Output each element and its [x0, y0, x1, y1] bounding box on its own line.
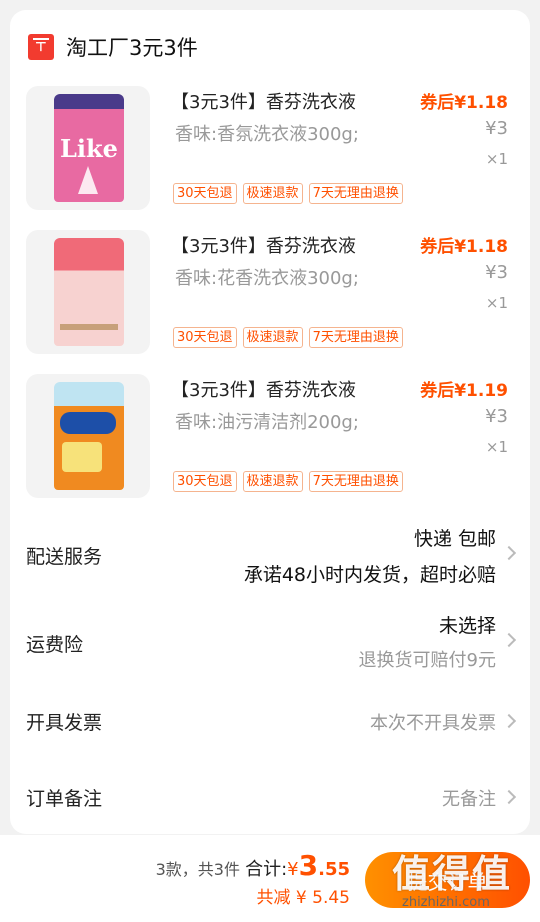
- invoice-label: 开具发票: [26, 712, 103, 734]
- shipping-insurance-note: 退换货可赔付9元: [358, 650, 496, 671]
- product-brand-text: Like: [60, 134, 118, 163]
- shop-header[interactable]: ⊤ 淘工厂3元3件: [28, 32, 198, 62]
- tag-7-day-return: 7天无理由退换: [308, 183, 403, 204]
- chevron-right-icon: [501, 632, 517, 648]
- tag-fast-refund: 极速退款: [242, 471, 303, 492]
- shipping-insurance-status: 未选择: [438, 615, 496, 637]
- tag-30-day-return: 30天包退: [173, 183, 237, 204]
- product-spec: 香味:香氛洗衣液300g;: [175, 124, 359, 145]
- list-item[interactable]: Like 【3元3件】香芬洗衣液 香味:香氛洗衣液300g; 券后¥1.18 ¥…: [26, 86, 522, 212]
- item-count: 3款，共3件: [155, 860, 240, 879]
- remark-value: 无备注: [442, 789, 496, 810]
- product-title: 【3元3件】香芬洗衣液: [171, 380, 356, 401]
- product-package-image: [54, 238, 124, 346]
- product-quantity: ×1: [485, 294, 508, 312]
- chevron-right-icon: [501, 713, 517, 729]
- tag-30-day-return: 30天包退: [173, 327, 237, 348]
- price-after-coupon: 券后¥1.19: [420, 381, 508, 401]
- tag-fast-refund: 极速退款: [242, 327, 303, 348]
- eiffel-tower-icon: [78, 166, 98, 194]
- product-quantity: ×1: [485, 438, 508, 456]
- delivery-method: 快递 包邮: [413, 528, 496, 550]
- watermark-url: zhizhizhi.com: [402, 895, 490, 910]
- service-tags: 30天包退 极速退款 7天无理由退换: [173, 327, 403, 348]
- shipping-insurance-label: 运费险: [26, 634, 84, 656]
- watermark-logo: 值得值: [392, 852, 513, 896]
- currency-symbol: ¥: [287, 859, 299, 880]
- shipping-insurance-row[interactable]: 运费险 未选择 退换货可赔付9元: [26, 608, 522, 672]
- product-title: 【3元3件】香芬洗衣液: [171, 92, 356, 113]
- tag-fast-refund: 极速退款: [242, 183, 303, 204]
- product-spec: 香味:油污清洁剂200g;: [175, 412, 359, 433]
- invoice-row[interactable]: 开具发票 本次不开具发票: [26, 704, 522, 740]
- remark-label: 订单备注: [26, 788, 103, 810]
- package-label: [60, 412, 116, 434]
- product-image[interactable]: Like: [26, 86, 150, 210]
- tag-7-day-return: 7天无理由退换: [308, 471, 403, 492]
- package-label-secondary: [62, 442, 102, 472]
- product-package-image: Like: [54, 94, 124, 202]
- total-decimal: .55: [318, 859, 350, 880]
- total-integer: 3: [298, 849, 319, 882]
- product-image[interactable]: [26, 230, 150, 354]
- product-image[interactable]: [26, 374, 150, 498]
- total-label: 合计:: [245, 859, 288, 880]
- tag-7-day-return: 7天无理由退换: [308, 327, 403, 348]
- chevron-right-icon: [501, 545, 517, 561]
- list-item[interactable]: 【3元3件】香芬洗衣液 香味:花香洗衣液300g; 券后¥1.18 ¥3 ×1 …: [26, 230, 522, 356]
- list-item[interactable]: 【3元3件】香芬洗衣液 香味:油污清洁剂200g; 券后¥1.19 ¥3 ×1 …: [26, 374, 522, 500]
- shop-logo-icon: ⊤: [28, 34, 54, 60]
- product-package-image: [54, 382, 124, 490]
- remark-row[interactable]: 订单备注 无备注: [26, 780, 522, 816]
- chevron-right-icon: [501, 789, 517, 805]
- delivery-promise: 承诺48小时内发货，超时必赔: [243, 564, 496, 586]
- invoice-value: 本次不开具发票: [370, 713, 496, 734]
- service-tags: 30天包退 极速退款 7天无理由退换: [173, 183, 403, 204]
- product-price: ¥3: [485, 118, 508, 139]
- delivery-service-label: 配送服务: [26, 546, 103, 568]
- order-summary: 3款，共3件 合计:¥3.55: [156, 849, 350, 882]
- delivery-service-row[interactable]: 配送服务 快递 包邮 承诺48小时内发货，超时必赔: [26, 520, 522, 586]
- discount-total: 共减 ¥ 5.45: [256, 888, 350, 908]
- product-title: 【3元3件】香芬洗衣液: [171, 236, 356, 257]
- product-spec: 香味:花香洗衣液300g;: [175, 268, 359, 289]
- tag-30-day-return: 30天包退: [173, 471, 237, 492]
- product-price: ¥3: [485, 262, 508, 283]
- product-quantity: ×1: [485, 150, 508, 168]
- price-after-coupon: 券后¥1.18: [420, 237, 508, 257]
- service-tags: 30天包退 极速退款 7天无理由退换: [173, 471, 403, 492]
- product-price: ¥3: [485, 406, 508, 427]
- shop-name: 淘工厂3元3件: [66, 36, 198, 60]
- package-stripe: [60, 324, 118, 330]
- price-after-coupon: 券后¥1.18: [420, 93, 508, 113]
